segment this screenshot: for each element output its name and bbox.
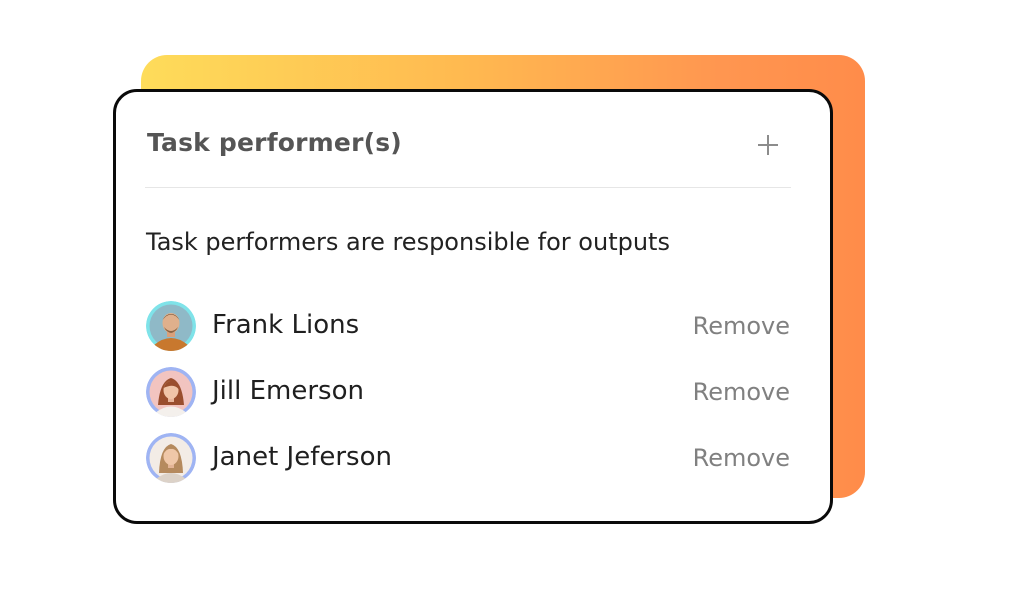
performer-row: Jill Emerson Remove <box>146 363 792 429</box>
add-performer-button[interactable] <box>751 128 785 162</box>
performer-list: Frank Lions Remove Jill Emerson Remove J… <box>146 297 792 495</box>
card-description: Task performers are responsible for outp… <box>146 228 670 256</box>
avatar <box>146 301 196 351</box>
avatar <box>146 433 196 483</box>
remove-button[interactable]: Remove <box>693 378 790 406</box>
remove-button[interactable]: Remove <box>693 444 790 472</box>
performer-name: Jill Emerson <box>212 376 364 406</box>
performer-row: Janet Jeferson Remove <box>146 429 792 495</box>
performer-row: Frank Lions Remove <box>146 297 792 363</box>
stage: Task performer(s) Task performers are re… <box>0 0 1015 595</box>
performer-name: Frank Lions <box>212 310 360 340</box>
card-title: Task performer(s) <box>147 128 402 157</box>
task-performers-card: Task performer(s) Task performers are re… <box>113 89 833 524</box>
performer-name: Janet Jeferson <box>212 442 392 472</box>
avatar <box>146 367 196 417</box>
card-header: Task performer(s) <box>145 92 791 188</box>
remove-button[interactable]: Remove <box>693 312 790 340</box>
